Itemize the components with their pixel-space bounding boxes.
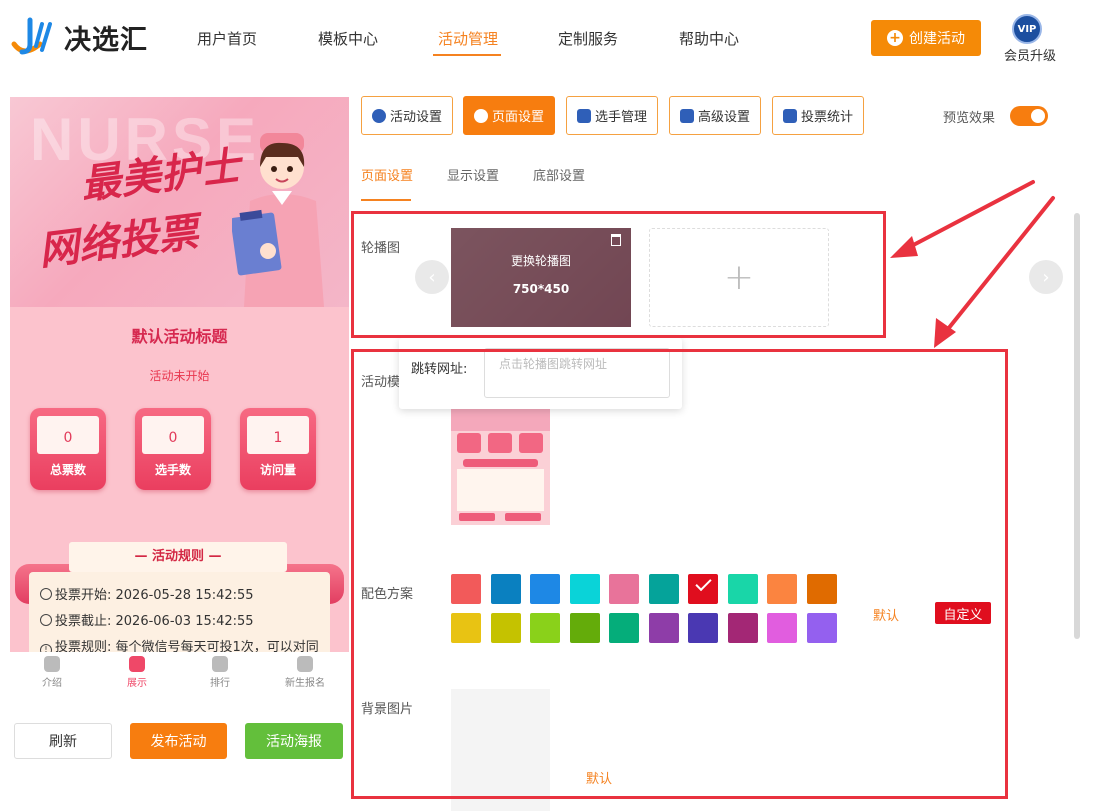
- subtab-active-underline: [361, 199, 411, 201]
- stat-label: 选手数: [154, 463, 191, 477]
- stat-contestants: 0 选手数: [135, 408, 211, 490]
- subtab-footer-settings[interactable]: 底部设置: [533, 165, 585, 184]
- subtab-display-settings[interactable]: 显示设置: [447, 165, 499, 184]
- phone-preview: NURSE 最美护士 网络投票 默认活动标题 活动未开始 0 总票数 0 选手数…: [10, 97, 349, 652]
- tab-intro[interactable]: 介绍: [22, 656, 82, 689]
- tool-contestant-management[interactable]: 选手管理: [566, 96, 658, 135]
- bar-chart-icon: [782, 108, 797, 123]
- vip-upgrade-link[interactable]: 会员升级: [1004, 45, 1056, 64]
- tab-display[interactable]: 展示: [107, 656, 167, 689]
- rule-start-time: 投票开始: 2026-05-28 15:42:55: [40, 584, 254, 603]
- stat-label: 访问量: [259, 463, 296, 477]
- create-activity-button[interactable]: + 创建活动: [871, 20, 981, 56]
- publish-activity-button[interactable]: 发布活动: [130, 723, 227, 759]
- rule-end-time: 投票截止: 2026-06-03 15:42:55: [40, 610, 254, 629]
- tab-signup[interactable]: 新生报名: [275, 656, 335, 689]
- preview-tabbar: 介绍 展示 排行 新生报名: [10, 652, 349, 698]
- banner-title-line2: 网络投票: [36, 208, 201, 275]
- annotation-box-settings: [351, 349, 1008, 799]
- subtab-page-settings[interactable]: 页面设置: [361, 165, 413, 184]
- stat-label: 总票数: [49, 463, 86, 477]
- star-icon: [371, 108, 386, 123]
- tool-activity-settings[interactable]: 活动设置: [361, 96, 453, 135]
- stat-value: 1: [273, 430, 283, 446]
- top-navbar: 决选汇 用户首页 模板中心 活动管理 定制服务 帮助中心 + 创建活动 VIP …: [0, 0, 1096, 78]
- clock-icon: [40, 588, 52, 600]
- nav-activity-management[interactable]: 活动管理: [438, 28, 498, 49]
- preview-effect-label: 预览效果: [943, 111, 996, 126]
- tool-advanced-settings[interactable]: 高级设置: [669, 96, 761, 135]
- stat-visits: 1 访问量: [240, 408, 316, 490]
- nav-custom-service[interactable]: 定制服务: [558, 28, 618, 49]
- preview-effect-toggle[interactable]: [1010, 106, 1048, 126]
- activity-title: 默认活动标题: [131, 327, 228, 346]
- refresh-button[interactable]: 刷新: [14, 723, 112, 759]
- clock-icon: [40, 614, 52, 626]
- nav-user-home[interactable]: 用户首页: [197, 28, 257, 49]
- gear-icon: [473, 108, 488, 123]
- users-icon: [576, 108, 591, 123]
- rules-title: — 活动规则 —: [69, 542, 287, 572]
- logo-icon: [10, 14, 58, 60]
- stat-total-votes: 0 总票数: [30, 408, 106, 490]
- tool-vote-statistics[interactable]: 投票统计: [772, 96, 864, 135]
- tag-icon: [297, 656, 313, 672]
- activity-poster-button[interactable]: 活动海报: [245, 723, 343, 759]
- tool-page-settings[interactable]: 页面设置: [463, 96, 555, 135]
- vip-badge-icon[interactable]: VIP: [1012, 14, 1042, 44]
- heart-icon: [212, 656, 228, 672]
- stat-value: 0: [168, 430, 178, 446]
- gift-icon: [129, 656, 145, 672]
- preview-banner: NURSE 最美护士 网络投票: [10, 97, 349, 307]
- tab-ranking[interactable]: 排行: [190, 656, 250, 689]
- create-activity-label: 创建活动: [909, 31, 965, 47]
- rule-vote-limit: ! 投票规则: 每个微信号每天可投1次，可以对同: [40, 636, 319, 652]
- nurse-illustration: [232, 133, 324, 307]
- activity-status: 活动未开始: [149, 369, 210, 383]
- nav-help-center[interactable]: 帮助中心: [679, 28, 739, 49]
- carousel-next-arrow[interactable]: ›: [1029, 260, 1063, 294]
- person-icon: [44, 656, 60, 672]
- stat-value: 0: [63, 430, 73, 446]
- settings-list-icon: [679, 108, 694, 123]
- annotation-box-carousel: [351, 211, 886, 338]
- brand-name: 决选汇: [64, 24, 148, 56]
- info-icon: !: [40, 644, 52, 652]
- plus-circle-icon: +: [887, 30, 903, 46]
- nav-template-center[interactable]: 模板中心: [318, 28, 378, 49]
- nav-active-underline: [433, 54, 501, 56]
- brand-logo[interactable]: 决选汇: [10, 14, 148, 60]
- scrollbar[interactable]: [1074, 213, 1080, 639]
